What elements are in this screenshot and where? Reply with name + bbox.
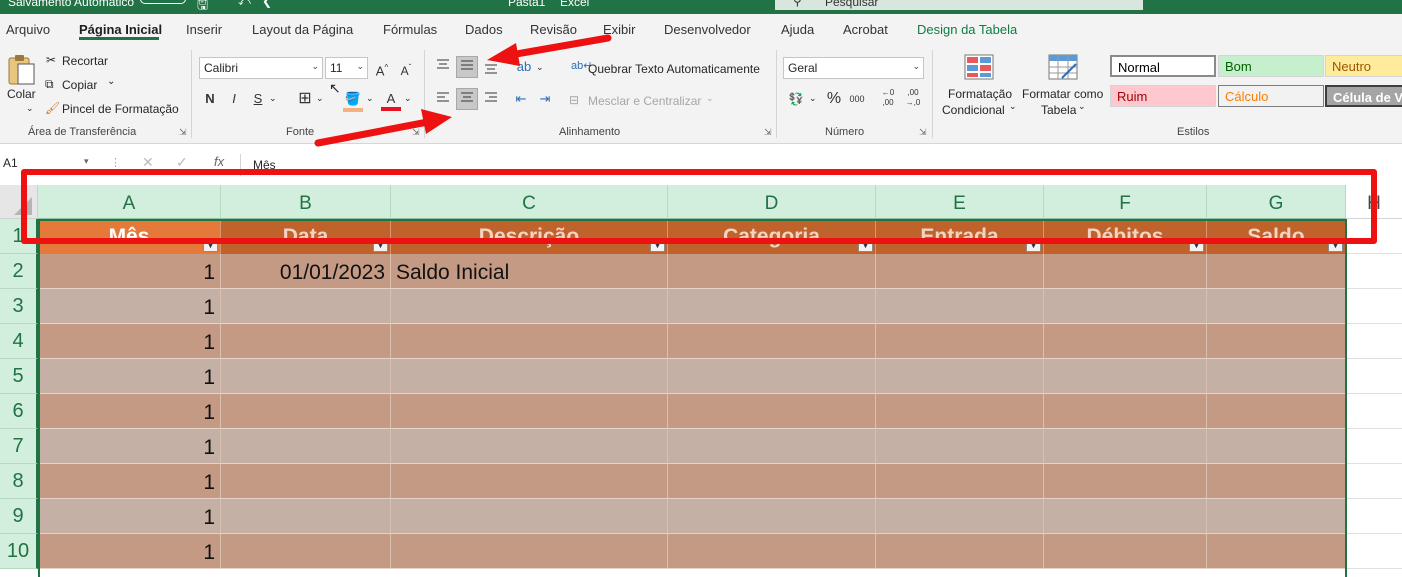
arrow-bottom xyxy=(314,109,452,147)
annotation-arrows xyxy=(314,34,612,147)
arrow-top xyxy=(487,34,612,66)
